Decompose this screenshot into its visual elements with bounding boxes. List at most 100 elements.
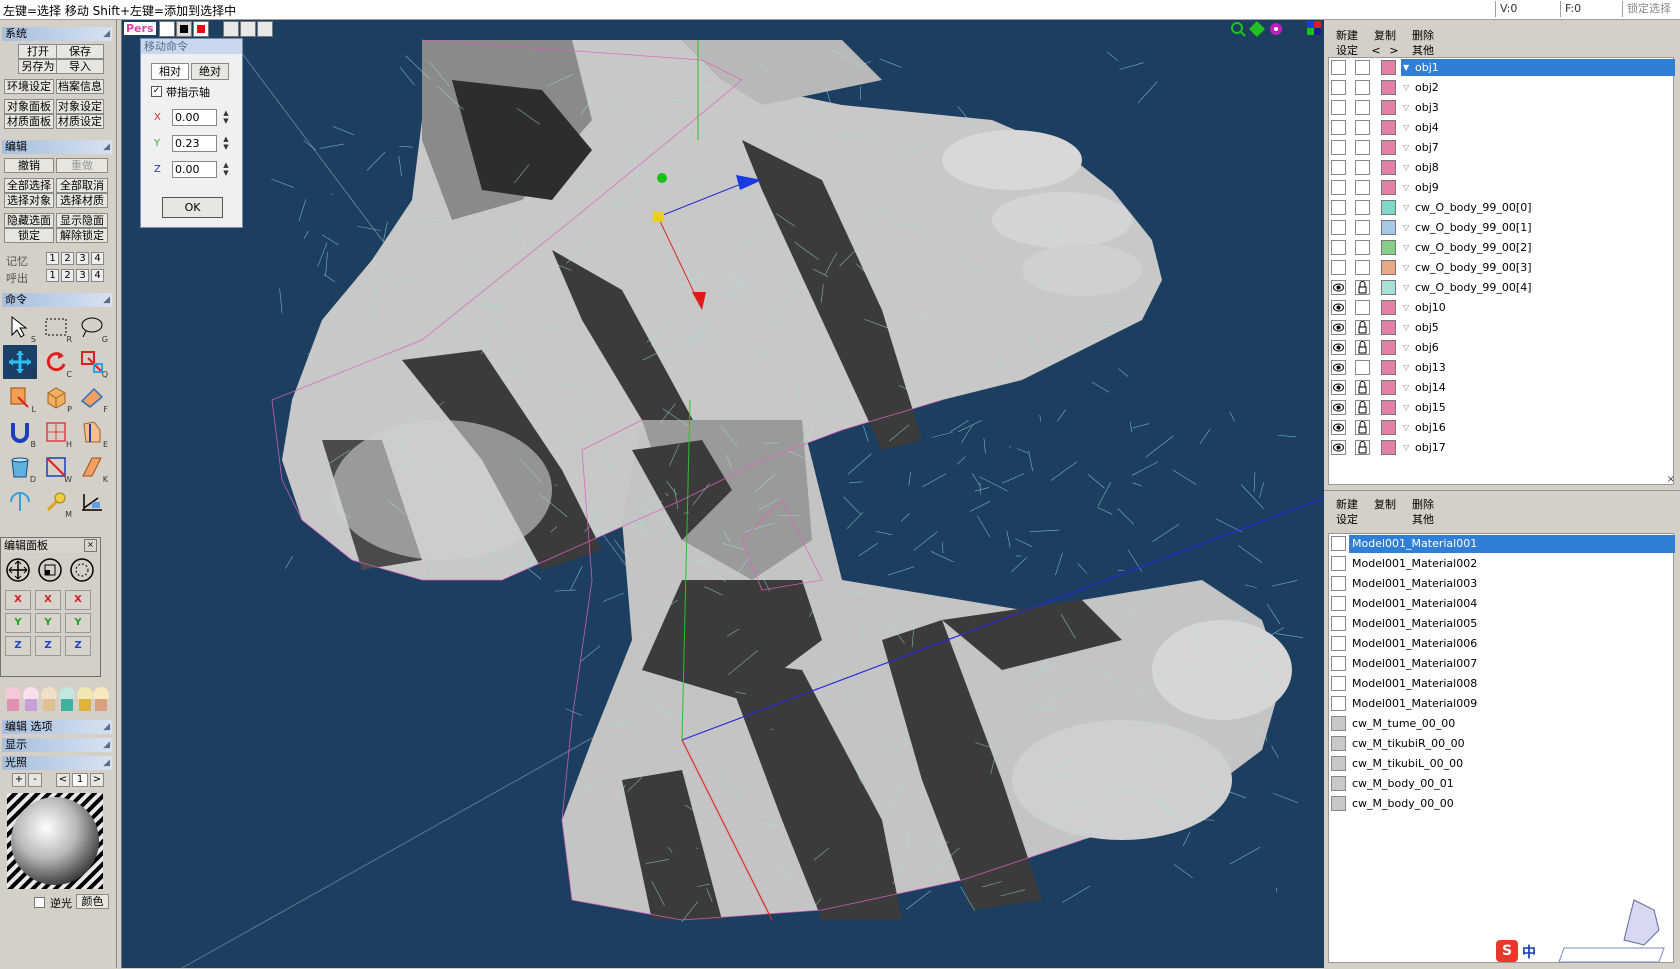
object-color-swatch[interactable]	[1381, 120, 1396, 135]
object-row[interactable]: ▽obj6	[1331, 338, 1675, 357]
lock-toggle[interactable]	[1355, 200, 1370, 215]
edit-button[interactable]: 全部选择	[4, 178, 54, 193]
material-name[interactable]: Model001_Material007	[1349, 655, 1675, 673]
viewport-canvas[interactable]	[122, 20, 1324, 968]
object-name[interactable]: ▽obj13	[1401, 359, 1675, 376]
expand-arrow-icon[interactable]: ▽	[1403, 119, 1409, 136]
color-toggle-icon[interactable]	[193, 21, 209, 37]
lasso-select-icon[interactable]: G	[75, 310, 109, 344]
z-spin-buttons[interactable]: ▲▼	[220, 161, 232, 178]
rect-select-icon[interactable]: R	[39, 310, 73, 344]
paste-view-icon[interactable]	[257, 21, 273, 37]
object-name[interactable]: ▽obj14	[1401, 379, 1675, 396]
material-color-swatch[interactable]	[1331, 636, 1346, 651]
expand-arrow-icon[interactable]: ▽	[1403, 399, 1409, 416]
material-name[interactable]: Model001_Material002	[1349, 555, 1675, 573]
material-name[interactable]: Model001_Material001	[1349, 535, 1675, 553]
lock-toggle[interactable]	[1355, 80, 1370, 95]
magnet-tool-icon[interactable]: B	[3, 415, 37, 449]
visibility-toggle[interactable]	[1331, 300, 1346, 315]
system-button[interactable]: 档案信息	[56, 79, 104, 94]
object-name[interactable]: ▽obj9	[1401, 179, 1675, 196]
3d-viewport[interactable]: Pers	[121, 20, 1325, 968]
visibility-toggle[interactable]	[1331, 360, 1346, 375]
object-row[interactable]: ▽obj14	[1331, 378, 1675, 397]
object-row[interactable]: ▽cw_O_body_99_00[4]	[1331, 278, 1675, 297]
material-name[interactable]: cw_M_body_00_00	[1349, 795, 1675, 813]
object-name[interactable]: ▽obj4	[1401, 119, 1675, 136]
object-color-swatch[interactable]	[1381, 200, 1396, 215]
object-row[interactable]: ▽obj9	[1331, 178, 1675, 197]
object-color-swatch[interactable]	[1381, 320, 1396, 335]
face-toggle-icon[interactable]	[176, 21, 192, 37]
expand-arrow-icon[interactable]: ▽	[1403, 159, 1409, 176]
face-tool-icon[interactable]: F	[75, 380, 109, 414]
visibility-toggle[interactable]	[1331, 160, 1346, 175]
object-row[interactable]: ▽cw_O_body_99_00[2]	[1331, 238, 1675, 257]
system-button[interactable]: 环境设定	[4, 79, 54, 94]
edit-button[interactable]: 撤销	[4, 158, 54, 173]
object-color-swatch[interactable]	[1381, 220, 1396, 235]
material-name[interactable]: Model001_Material005	[1349, 615, 1675, 633]
relative-button[interactable]: 相对	[151, 63, 189, 80]
system-button[interactable]: 打开	[18, 44, 58, 59]
material-color-swatch[interactable]	[1331, 696, 1346, 711]
material-color-swatch[interactable]	[1331, 736, 1346, 751]
memory-slot[interactable]: 2	[61, 252, 74, 265]
object-row[interactable]: ▽cw_O_body_99_00[0]	[1331, 198, 1675, 217]
recall-slot[interactable]: 2	[61, 269, 74, 282]
object-row[interactable]: ▽obj4	[1331, 118, 1675, 137]
object-color-swatch[interactable]	[1381, 400, 1396, 415]
axis-z-button[interactable]: Z	[5, 636, 31, 656]
material-color-swatch[interactable]	[1331, 576, 1346, 591]
object-row[interactable]: ▽obj15	[1331, 398, 1675, 417]
object-name[interactable]: ▽cw_O_body_99_00[1]	[1401, 219, 1675, 236]
copy-material-button[interactable]: 复制	[1368, 497, 1402, 512]
lock-toggle[interactable]	[1355, 320, 1370, 335]
object-name[interactable]: ▽cw_O_body_99_00[0]	[1401, 199, 1675, 216]
object-color-swatch[interactable]	[1381, 180, 1396, 195]
material-color-swatch[interactable]	[1331, 616, 1346, 631]
lock-toggle[interactable]	[1355, 420, 1370, 435]
axis-x-button[interactable]: X	[5, 590, 31, 610]
object-row[interactable]: ▼obj1	[1331, 58, 1675, 77]
axis-x-button[interactable]: X	[65, 590, 91, 610]
system-button[interactable]: 对象设定	[56, 99, 104, 114]
object-color-swatch[interactable]	[1381, 360, 1396, 375]
new-material-button[interactable]: 新建	[1330, 497, 1364, 512]
object-name[interactable]: ▽cw_O_body_99_00[4]	[1401, 279, 1675, 296]
expand-arrow-icon[interactable]: ▽	[1403, 219, 1409, 236]
material-color-swatch[interactable]	[1331, 756, 1346, 771]
object-next-button[interactable]: >	[1386, 43, 1402, 58]
new-object-button[interactable]: 新建	[1330, 28, 1364, 43]
visibility-toggle[interactable]	[1331, 420, 1346, 435]
lock-toggle[interactable]	[1355, 380, 1370, 395]
visibility-toggle[interactable]	[1331, 320, 1346, 335]
object-color-swatch[interactable]	[1381, 340, 1396, 355]
object-row[interactable]: ▽obj7	[1331, 138, 1675, 157]
object-row[interactable]: ▽obj10	[1331, 298, 1675, 317]
axis-x-button[interactable]: X	[35, 590, 61, 610]
with-axis-checkbox[interactable]: ✓	[151, 86, 162, 97]
expand-arrow-icon[interactable]: ▽	[1403, 439, 1409, 456]
z-value-field[interactable]: 0.00	[172, 161, 217, 178]
axis-y-button[interactable]: Y	[65, 613, 91, 633]
light-prev-button[interactable]: <	[56, 773, 70, 787]
lock-selection-toggle[interactable]: 锁定选择	[1622, 1, 1680, 17]
object-prev-button[interactable]: <	[1368, 43, 1384, 58]
lock-toggle[interactable]	[1355, 300, 1370, 315]
material-row[interactable]: Model001_Material007	[1331, 654, 1675, 674]
memory-slot[interactable]: 4	[91, 252, 104, 265]
material-color-swatch[interactable]	[1331, 796, 1346, 811]
material-row[interactable]: Model001_Material002	[1331, 554, 1675, 574]
delete-material-button[interactable]: 删除	[1406, 497, 1440, 512]
memory-slot[interactable]: 3	[76, 252, 89, 265]
expand-arrow-icon[interactable]: ▽	[1403, 279, 1409, 296]
lock-toggle[interactable]	[1355, 220, 1370, 235]
lock-toggle[interactable]	[1355, 100, 1370, 115]
material-color-swatch[interactable]	[1331, 536, 1346, 551]
recall-slot[interactable]: 4	[91, 269, 104, 282]
absolute-button[interactable]: 绝对	[191, 63, 229, 80]
object-color-swatch[interactable]	[1381, 380, 1396, 395]
scale-tool-icon[interactable]: Q	[75, 345, 109, 379]
